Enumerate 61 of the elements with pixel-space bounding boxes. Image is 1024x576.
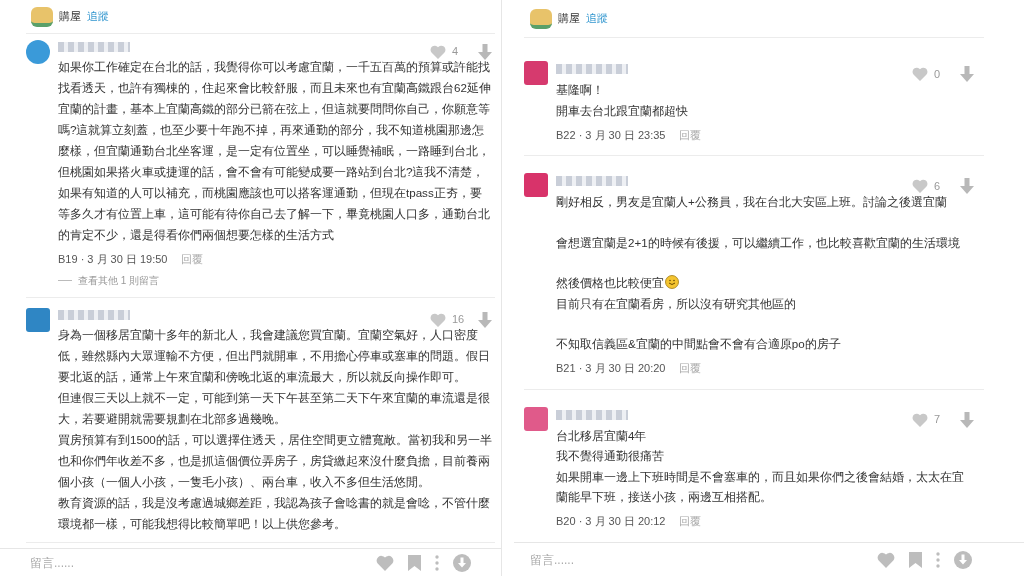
post-meta: B19 · 3 月 30 日 19:50 <box>58 251 168 267</box>
blurred-username <box>556 176 628 186</box>
comment-text: 我不覺得通勤很痛苦 <box>556 448 665 464</box>
downvote-arrow-icon[interactable] <box>960 178 974 194</box>
like-count: 7 <box>934 412 942 428</box>
reply-link[interactable]: 回覆 <box>679 360 702 377</box>
more-options-icon[interactable] <box>435 554 439 571</box>
reply-link[interactable]: 回覆 <box>181 250 204 268</box>
download-circle-icon[interactable] <box>453 553 471 572</box>
follow-link[interactable]: 追蹤 <box>586 10 608 27</box>
heart-icon[interactable] <box>376 554 394 571</box>
comment-input-field[interactable]: 留言...... <box>530 550 877 569</box>
heart-icon[interactable] <box>877 551 895 568</box>
heart-icon[interactable] <box>430 44 446 59</box>
downvote-arrow-icon[interactable] <box>960 411 974 428</box>
like-count: 4 <box>452 44 460 60</box>
comment-text: 基隆啊！ <box>556 82 605 98</box>
blurred-username <box>58 309 130 320</box>
blurred-username <box>556 409 628 420</box>
comment-text: 台北移居宜蘭4年 <box>556 427 648 444</box>
heart-icon[interactable] <box>430 312 446 327</box>
reply-link[interactable]: 回覆 <box>679 126 702 144</box>
reply-link[interactable]: 回覆 <box>679 513 702 530</box>
download-circle-icon[interactable] <box>954 550 972 569</box>
comment-text: 剛好相反，男友是宜蘭人+公務員，我在台北大安區上班。討論之後選宜蘭 <box>556 194 948 210</box>
heart-icon[interactable] <box>912 412 928 427</box>
comment-text: 然後價格也比較便宜 <box>556 253 974 294</box>
comment-text: 買房預算有到1500的話，可以選擇住透天，居住空間更立體寬敞。當初我和另一半也和你們年收差不多，也是抓這個價位弄房子，房貸繳起來沒什麼負擔，目前養兩個小孩（一個人小孩，一隻毛小孩）、兩台車，收入不多但生活悠閒。 <box>58 432 492 490</box>
heart-icon[interactable] <box>912 67 928 81</box>
like-count: 16 <box>452 312 466 328</box>
board-logo-icon <box>31 6 53 27</box>
post-meta: B22 · 3 月 30 日 23:35 <box>556 127 666 143</box>
board-name[interactable]: 購屋 <box>558 10 580 27</box>
board-name[interactable]: 購屋 <box>59 8 81 25</box>
view-more-replies-link[interactable]: 查看其他 1 則留言 <box>78 272 160 288</box>
like-count: 0 <box>934 66 942 82</box>
comment-input-field[interactable]: 留言...... <box>30 553 376 572</box>
comment-text: 目前只有在宜蘭看房，所以沒有研究其他區的 <box>556 295 797 312</box>
downvote-arrow-icon[interactable] <box>960 66 974 82</box>
heart-icon[interactable] <box>912 179 928 193</box>
more-options-icon[interactable] <box>936 551 940 568</box>
comment-text: 開車去台北跟宜蘭都超快 <box>556 102 689 119</box>
follow-link[interactable]: 追蹤 <box>87 8 109 25</box>
comment-text: 如果開車一邊上下班時間是不會塞車的，而且如果你們之後會結婚，太太在宜蘭能早下班，接送小孩，兩邊互相搭配。 <box>556 468 965 505</box>
comment-text: 如果你工作確定在台北的話，我覺得你可以考慮宜蘭，一千五百萬的預算或許能找找看透天，也許有獨棟的，住起來會比較舒服，而且未來也有宜蘭高鐵跟台62延伸宜蘭的計畫，基本上宜蘭高鐵的部分已箭在弦上，但這就要問問你自己，你願意等嗎?這就算立刻蓋，也至少要十年跑不掉，再來通勤的部分，我不知道桃園那邊怎麼樣，但宜蘭通勤台北坐客運，是一定有位置坐，可以睡覺補眠，一路睡到台北，但桃園如果搭火車或捷運的話，會不會有可能變成要一路站到台北?這我不清楚，如果有知道的人可以補充，而桃園應該也可以搭客運通勤，但現在tpass正夯，要等多久才有位置上車，這可能有待你自己去了解一下，畢竟桃園人口多，通勤台北的肯定不少，還是得看你們兩個想要怎樣的生活方式 <box>58 59 492 243</box>
comment-text: 不知取信義區&宜蘭的中間點會不會有合適原po的房子 <box>556 336 842 352</box>
blurred-username <box>58 41 130 52</box>
smiley-emoji-icon <box>665 275 679 289</box>
blurred-username <box>556 64 628 74</box>
post-meta: B20 · 3 月 30 日 20:12 <box>556 514 666 530</box>
post-meta: B21 · 3 月 30 日 20:20 <box>556 361 666 377</box>
bookmark-icon[interactable] <box>909 551 922 568</box>
comment-text: 教育資源的話，我是沒考慮過城鄉差距，我認為孩子會唸書的就是會唸，不管什麼環境都一樣，可能我想得比較簡單吧！以上供您參考。 <box>58 495 491 532</box>
bookmark-icon[interactable] <box>408 554 421 571</box>
comment-text: 會想選宜蘭是2+1的時候有後援，可以繼續工作，也比較喜歡宜蘭的生活環境 <box>556 234 961 251</box>
downvote-arrow-icon[interactable] <box>478 311 492 328</box>
like-count: 6 <box>934 178 942 194</box>
comment-text: 但連假三天以上就不一定，可能到第一天下午甚至第二天下午來宜蘭的車流還是很大，若要避開就需要規劃在北部多過幾晚。 <box>58 390 491 427</box>
downvote-arrow-icon[interactable] <box>478 43 492 60</box>
board-logo-icon <box>530 8 552 29</box>
comment-text: 身為一個移居宜蘭十多年的新北人，我會建議您買宜蘭。宜蘭空氣好，人口密度低，雖然縣內大眾運輸不方便，但出門就開車，不用擔心停車或塞車的問題。假日要北返的話，通常上午來宜蘭和傍晚北返的車流最大，所以就反向操作即可。 <box>58 327 491 385</box>
